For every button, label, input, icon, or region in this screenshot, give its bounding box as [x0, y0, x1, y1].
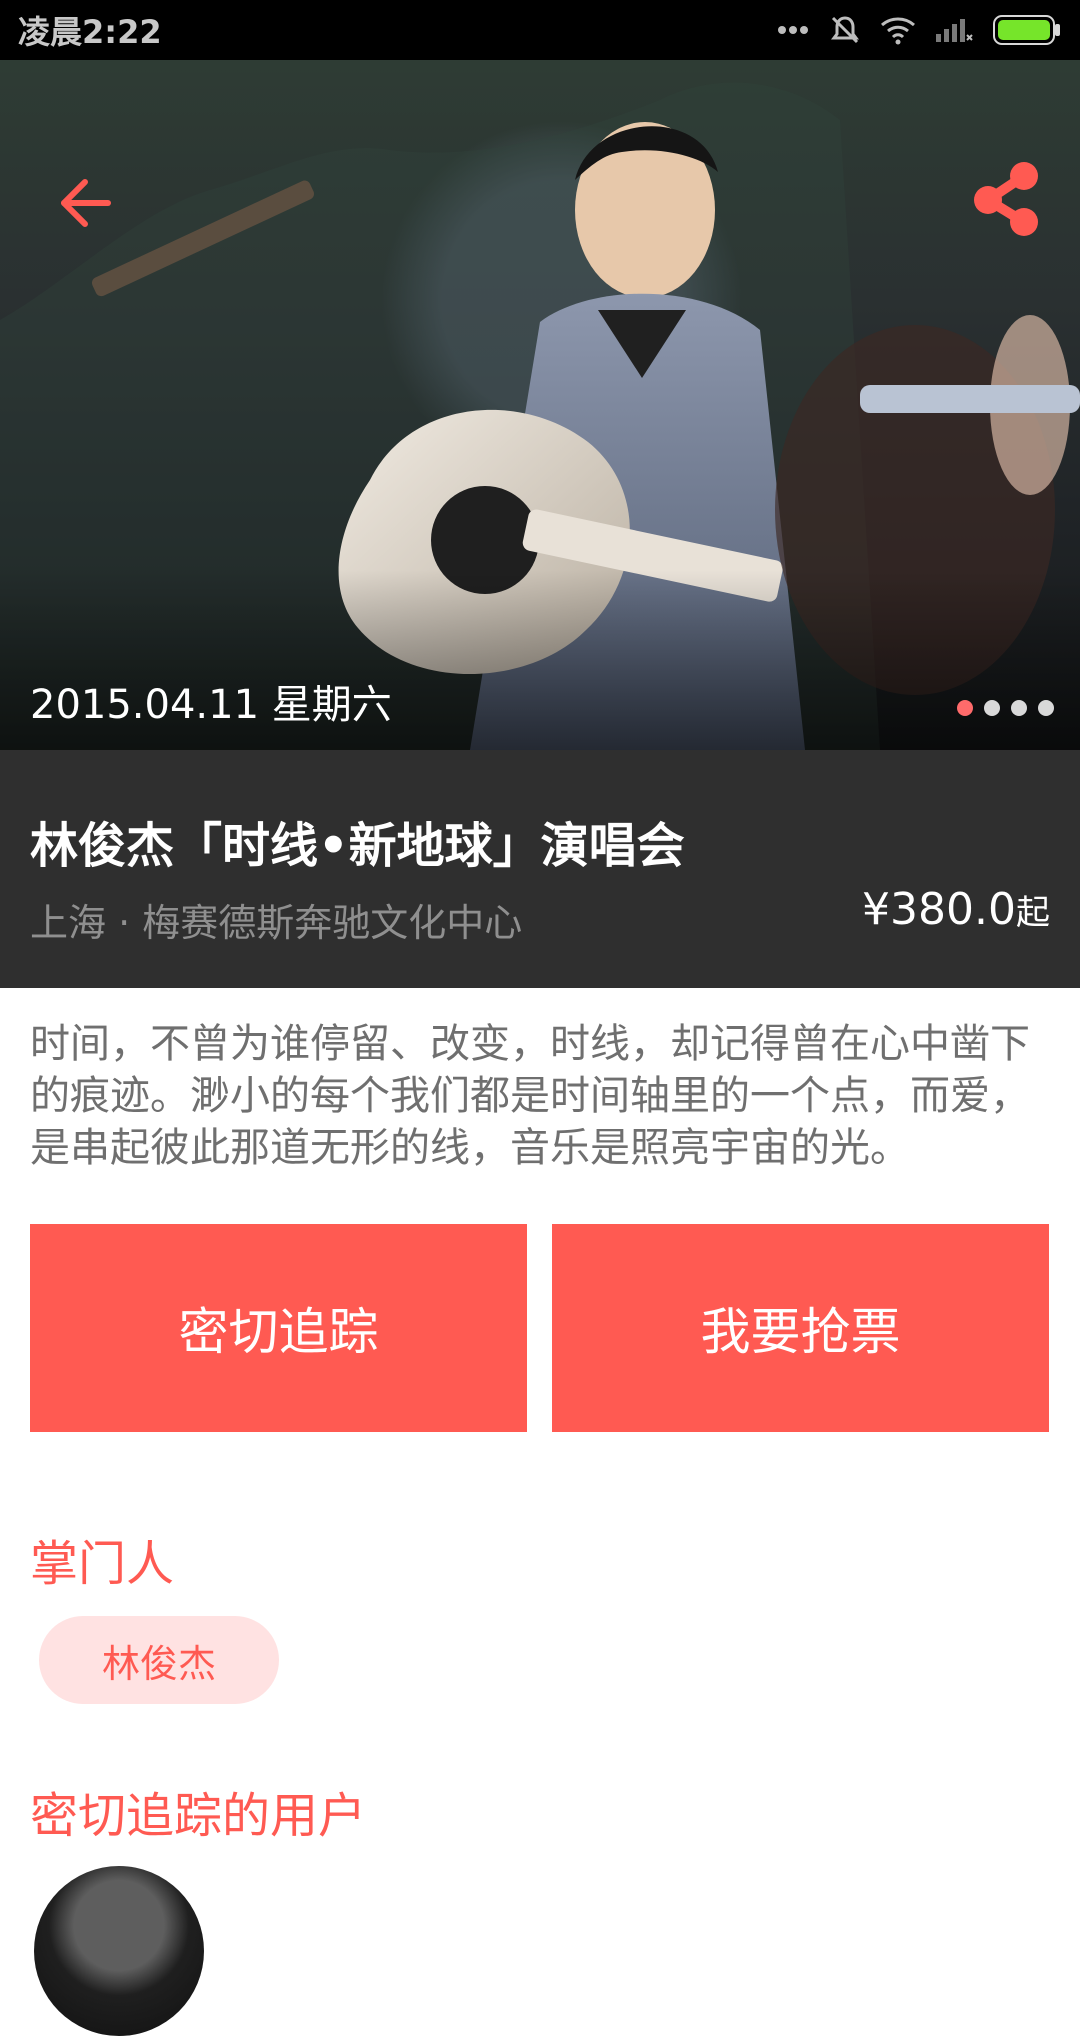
follow-button[interactable]: 密切追踪 — [30, 1224, 527, 1432]
hero-image: 2015.04.11 星期六 — [0, 60, 1080, 750]
event-price-value: ¥380.0 — [862, 884, 1016, 935]
share-button[interactable] — [966, 158, 1048, 240]
carousel-dots — [957, 700, 1054, 716]
status-bar: 凌晨2:22 — [0, 0, 1080, 60]
event-price: ¥380.0 起 — [862, 884, 1050, 935]
event-venue: 上海 · 梅赛德斯奔驰文化中心 — [30, 901, 523, 945]
status-time: 凌晨2:22 — [18, 13, 162, 51]
event-title: 林俊杰「时线•新地球」演唱会 — [30, 818, 685, 874]
event-price-suffix: 起 — [1016, 893, 1050, 933]
status-icons — [776, 13, 1062, 47]
carousel-dot-1[interactable] — [957, 700, 973, 716]
back-button[interactable] — [52, 170, 118, 236]
battery-icon — [993, 15, 1060, 45]
share-icon — [974, 162, 1038, 236]
host-chip[interactable]: 林俊杰 — [39, 1616, 279, 1704]
event-description: 时间，不曾为谁停留、改变，时线，却记得曾在心中凿下的痕迹。渺小的每个我们都是时间… — [30, 1021, 1030, 1171]
event-date: 2015.04.11 星期六 — [30, 682, 392, 728]
host-section-title: 掌门人 — [30, 1536, 175, 1592]
follower-avatar[interactable] — [34, 1866, 204, 2036]
buy-ticket-button[interactable]: 我要抢票 — [552, 1224, 1049, 1432]
carousel-dot-4[interactable] — [1038, 700, 1054, 716]
wifi-icon — [881, 17, 915, 45]
arrow-left-icon — [61, 179, 111, 227]
carousel-dot-2[interactable] — [984, 700, 1000, 716]
carousel-dot-3[interactable] — [1011, 700, 1027, 716]
more-dots-icon — [778, 26, 808, 34]
signal-icon — [936, 19, 973, 42]
followers-section-title: 密切追踪的用户 — [30, 1788, 367, 1844]
silent-bell-icon — [831, 16, 859, 44]
